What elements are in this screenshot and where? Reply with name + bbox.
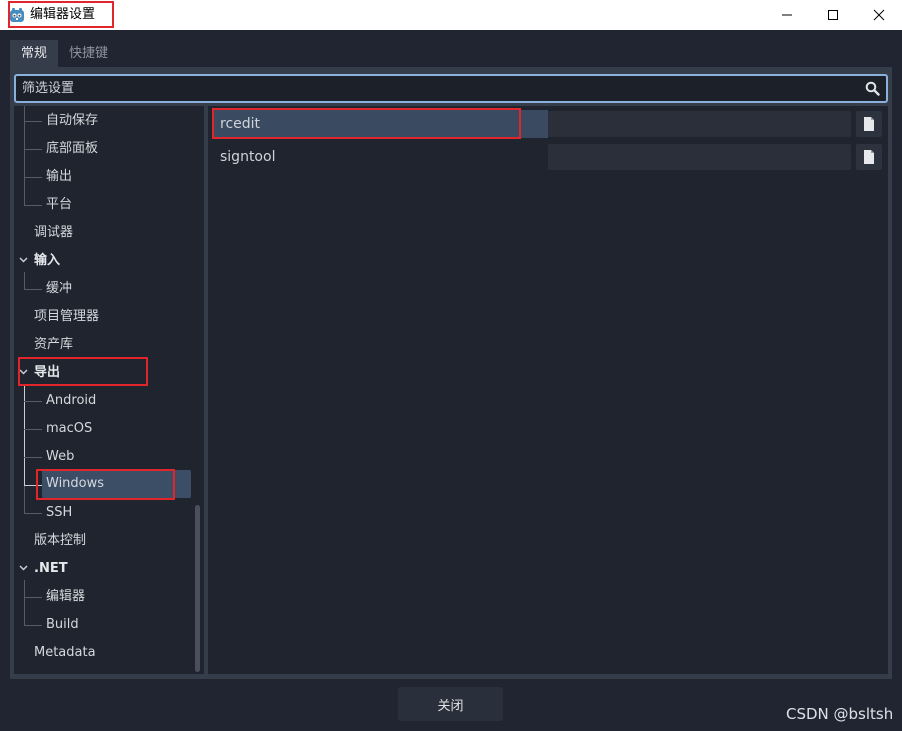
title-highlight-box: [8, 1, 114, 28]
properties-panel: [208, 106, 888, 674]
export-highlight-box: [18, 357, 148, 386]
tree-item-platform[interactable]: 平台: [46, 191, 72, 219]
rcedit-browse-button[interactable]: [856, 111, 882, 137]
tree-item-asset-library[interactable]: 资产库: [34, 331, 73, 359]
file-icon: [864, 117, 874, 131]
signtool-browse-button[interactable]: [856, 144, 882, 170]
tree-item-debugger[interactable]: 调试器: [34, 219, 73, 247]
chevron-down-icon[interactable]: [19, 565, 28, 571]
tab-bar: 常规 快捷键: [10, 40, 119, 67]
maximize-icon: [828, 10, 838, 20]
tree-item-editor[interactable]: 编辑器: [46, 583, 85, 611]
chevron-down-icon[interactable]: [19, 257, 28, 263]
tab-shortcuts[interactable]: 快捷键: [58, 40, 119, 67]
tree-item-version-control[interactable]: 版本控制: [34, 527, 86, 555]
title-bar: 编辑器设置: [0, 0, 902, 30]
filter-box: [14, 74, 888, 103]
search-icon[interactable]: [865, 81, 880, 96]
windows-highlight-box: [36, 469, 175, 500]
close-button[interactable]: 关闭: [398, 687, 503, 721]
minimize-icon: [782, 14, 792, 16]
tree-item-android[interactable]: Android: [46, 387, 96, 415]
settings-tree[interactable]: 自动保存 底部面板 输出 平台 调试器 输入 缓冲 项目管理器 资产库 导出 A…: [14, 106, 204, 674]
tree-item-web[interactable]: Web: [46, 443, 74, 471]
maximize-button[interactable]: [810, 0, 856, 30]
tree-item-macos[interactable]: macOS: [46, 415, 92, 443]
close-window-button[interactable]: [856, 0, 902, 30]
file-icon: [864, 150, 874, 164]
tree-item-metadata[interactable]: Metadata: [34, 639, 96, 667]
tree-item-project-manager[interactable]: 项目管理器: [34, 303, 99, 331]
watermark: CSDN @bsltsh: [786, 705, 894, 723]
tree-item-build[interactable]: Build: [46, 611, 79, 639]
tree-item-input[interactable]: 输入: [34, 247, 60, 275]
tab-general[interactable]: 常规: [10, 40, 59, 67]
filter-settings-input[interactable]: [22, 78, 852, 99]
tree-scrollbar[interactable]: [195, 505, 200, 672]
property-label-signtool[interactable]: signtool: [212, 143, 548, 171]
rcedit-highlight-box: [212, 108, 521, 139]
rcedit-path-field[interactable]: [548, 111, 851, 137]
tree-item-bottom-panel[interactable]: 底部面板: [46, 135, 98, 163]
minimize-button[interactable]: [764, 0, 810, 30]
tree-item-autosave[interactable]: 自动保存: [46, 107, 98, 135]
tree-item-output[interactable]: 输出: [46, 163, 72, 191]
signtool-path-field[interactable]: [548, 144, 851, 170]
tree-item-dotnet[interactable]: .NET: [34, 555, 68, 583]
close-icon: [873, 9, 885, 21]
tree-item-ssh[interactable]: SSH: [46, 499, 72, 527]
tree-item-buffering[interactable]: 缓冲: [46, 275, 72, 303]
